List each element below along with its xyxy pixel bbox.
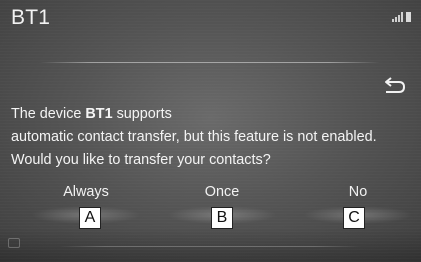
once-label: Once: [204, 184, 240, 200]
transfer-message: The device BT1 supports automatic contac…: [11, 103, 421, 172]
footer-divider: [60, 246, 360, 247]
signal-icon: [392, 12, 403, 22]
no-label: No: [348, 184, 368, 200]
device-name: BT1: [85, 106, 113, 122]
header-divider: [40, 62, 380, 63]
bottom-shade: [0, 228, 421, 262]
screen-title: BT1: [11, 6, 51, 29]
message-line-3: Would you like to transfer your contacts…: [11, 152, 271, 168]
battery-icon: [406, 12, 411, 22]
always-label: Always: [63, 184, 109, 200]
source-icon: [8, 238, 20, 248]
message-line-1: The device BT1 supports: [11, 106, 172, 122]
back-button[interactable]: [382, 76, 408, 96]
callout-b: B: [211, 207, 233, 229]
message-line-2: automatic contact transfer, but this fea…: [11, 129, 377, 145]
callout-c: C: [343, 207, 365, 229]
callout-a: A: [79, 207, 101, 229]
status-indicators: [392, 12, 411, 22]
return-arrow-icon: [385, 77, 406, 93]
